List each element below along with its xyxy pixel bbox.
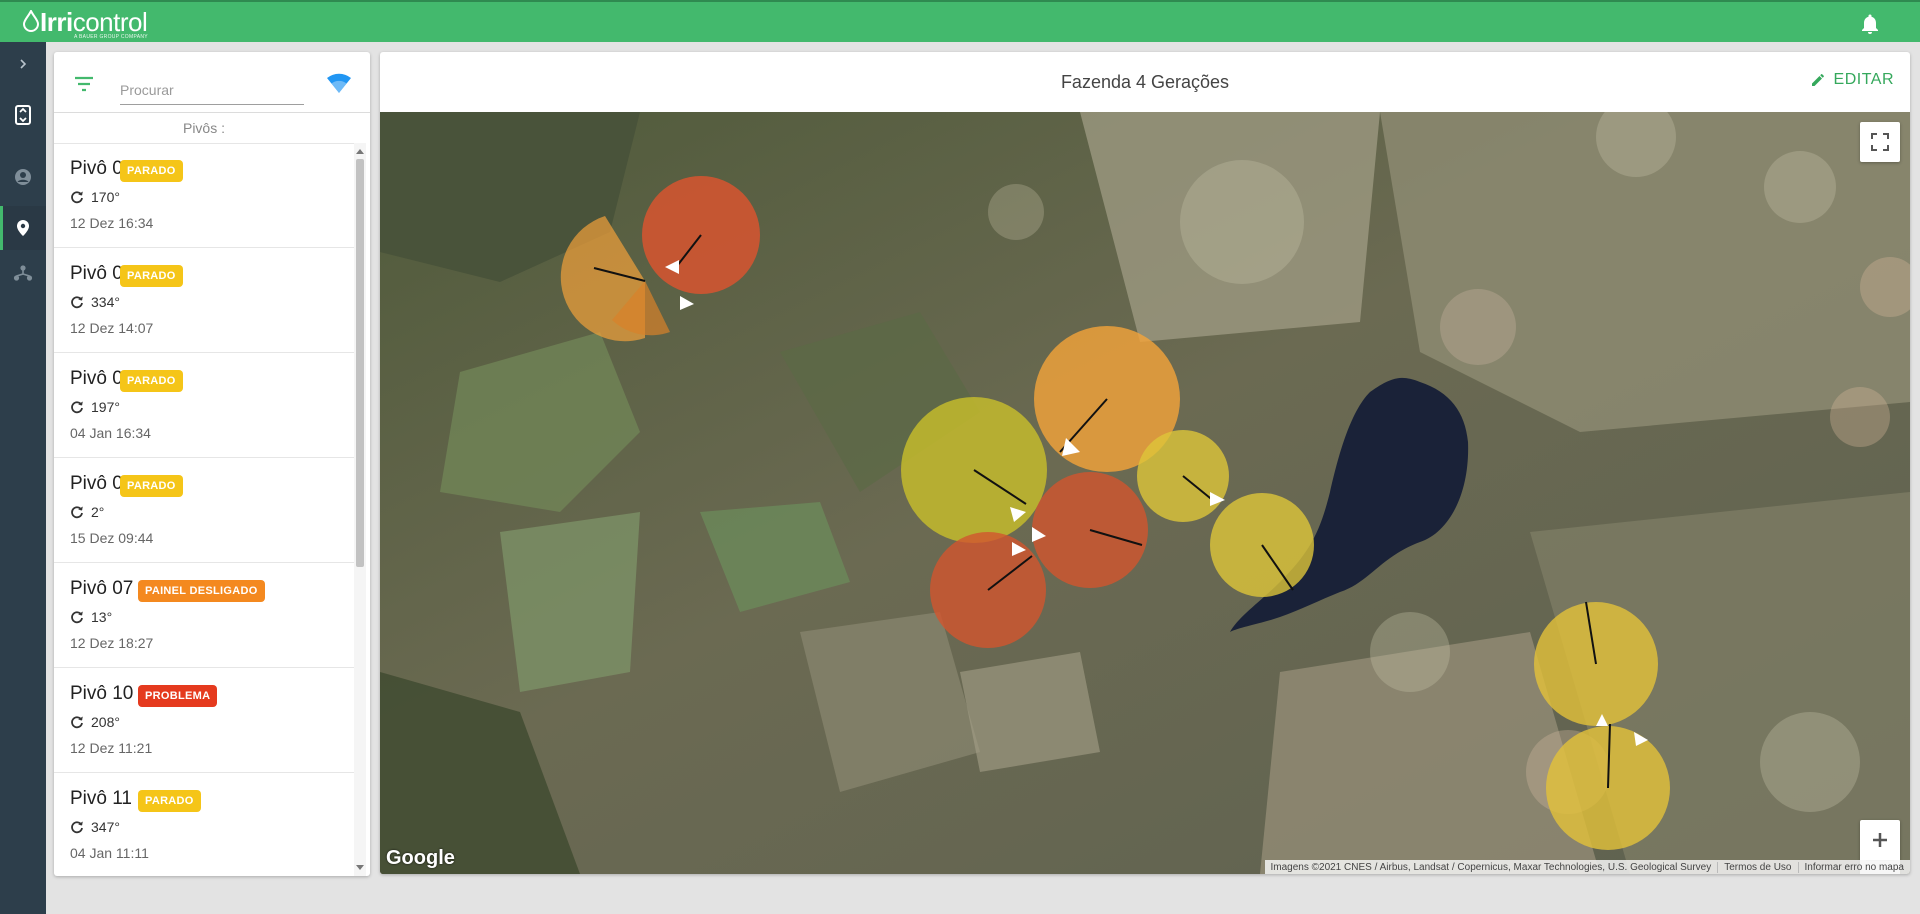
rotation-icon — [71, 821, 83, 834]
imagery-credit: Imagens ©2021 CNES / Airbus, Landsat / C… — [1270, 861, 1712, 873]
edit-label: EDITAR — [1833, 71, 1894, 88]
pivot-marker[interactable] — [1210, 493, 1314, 597]
terms-link[interactable]: Termos de Uso — [1717, 861, 1797, 873]
scroll-down-arrow-icon[interactable] — [356, 865, 364, 870]
search-input[interactable] — [120, 76, 304, 105]
top-bar: Irricontrol A BAUER GROUP COMPANY — [0, 0, 1920, 42]
zoom-in-button[interactable] — [1860, 820, 1900, 860]
pencil-icon — [1811, 74, 1824, 86]
rotation-icon — [71, 716, 83, 729]
pivot-name: Pivô 07 — [70, 578, 134, 599]
pivot-angle: 347° — [91, 819, 120, 835]
pivot-list-item[interactable]: Pivô 06 PARADO 2° 15 Dez 09:44 — [54, 458, 354, 563]
pivot-list: Pivô 01 PARADO 170° 12 Dez 16:34 Pivô 02… — [54, 143, 354, 876]
map-attribution: Imagens ©2021 CNES / Airbus, Landsat / C… — [1264, 860, 1911, 874]
pivot-list-item[interactable]: Pivô 05 PARADO 197° 04 Jan 16:34 — [54, 353, 354, 458]
report-error-link[interactable]: Informar erro no mapa — [1797, 861, 1911, 873]
scroll-up-arrow-icon[interactable] — [356, 149, 364, 154]
pivot-date: 15 Dez 09:44 — [70, 530, 154, 546]
google-logo: Google — [386, 847, 455, 869]
pivot-angle: 170° — [91, 189, 120, 205]
rotation-icon — [71, 401, 83, 414]
chevron-right-icon — [20, 59, 27, 69]
status-badge: PARADO — [120, 265, 183, 287]
pivot-angle: 13° — [91, 609, 113, 625]
pivot-list-item[interactable]: Pivô 11 PARADO 347° 04 Jan 11:11 — [54, 773, 354, 876]
pivot-name: Pivô 10 — [70, 683, 134, 704]
plus-icon — [1873, 833, 1887, 847]
pivot-date: 12 Dez 18:27 — [70, 635, 154, 651]
pivot-angle: 208° — [91, 714, 120, 730]
network-icon — [13, 265, 33, 281]
pivot-date: 04 Jan 16:34 — [70, 425, 151, 441]
list-scrollbar[interactable] — [354, 143, 366, 876]
pivot-list-item[interactable]: Pivô 07 PAINEL DESLIGADO 13° 12 Dez 18:2… — [54, 563, 354, 668]
panel-header — [54, 52, 370, 113]
pivot-angle: 334° — [91, 294, 120, 310]
angle-row: 197° — [70, 399, 120, 415]
wifi-icon[interactable] — [326, 72, 352, 94]
farm-switch-icon — [15, 105, 31, 125]
status-badge: PARADO — [120, 370, 183, 392]
rotation-icon — [71, 611, 83, 624]
rotation-icon — [71, 191, 83, 204]
pivot-date: 12 Dez 16:34 — [70, 215, 154, 231]
fullscreen-button[interactable] — [1860, 122, 1900, 162]
pivot-list-panel: Pivôs : Pivô 01 PARADO 170° 12 Dez 16:34… — [54, 52, 370, 876]
pivot-list-item[interactable]: Pivô 10 PROBLEMA 208° 12 Dez 11:21 — [54, 668, 354, 773]
profile-button[interactable] — [0, 155, 46, 199]
user-icon — [15, 169, 31, 185]
angle-row: 208° — [70, 714, 120, 730]
pivot-list-item[interactable]: Pivô 01 PARADO 170° 12 Dez 16:34 — [54, 143, 354, 248]
status-badge: PROBLEMA — [138, 685, 218, 707]
pivot-marker[interactable] — [930, 532, 1046, 648]
angle-row: 2° — [70, 504, 104, 520]
edit-button[interactable]: EDITAR — [1810, 71, 1894, 89]
expand-menu-button[interactable] — [0, 42, 46, 86]
angle-row: 13° — [70, 609, 112, 625]
map-view-button[interactable] — [0, 206, 46, 250]
pivots-list-header: Pivôs : — [54, 113, 354, 144]
map-pin-icon — [17, 220, 29, 236]
angle-row: 347° — [70, 819, 120, 835]
logo-tagline: A BAUER GROUP COMPANY — [74, 34, 148, 40]
switch-farm-button[interactable] — [0, 93, 46, 137]
pivot-marker[interactable] — [642, 176, 760, 294]
status-badge: PAINEL DESLIGADO — [138, 580, 265, 602]
pivot-angle: 197° — [91, 399, 120, 415]
logo-text: Irricontrol — [40, 7, 148, 37]
side-rail — [0, 42, 46, 914]
rotation-icon — [71, 506, 83, 519]
irricontrol-logo[interactable]: Irricontrol A BAUER GROUP COMPANY — [22, 7, 148, 40]
status-badge: PARADO — [138, 790, 201, 812]
pivot-list-item[interactable]: Pivô 02 PARADO 334° 12 Dez 14:07 — [54, 248, 354, 353]
status-badge: PARADO — [120, 160, 183, 182]
scrollbar-thumb[interactable] — [356, 159, 364, 567]
angle-row: 170° — [70, 189, 120, 205]
notifications-bell-icon[interactable] — [1858, 12, 1882, 36]
pivot-name: Pivô 11 — [70, 788, 132, 809]
drop-logo-icon — [22, 10, 40, 32]
pivot-marker[interactable] — [1534, 601, 1658, 726]
pivot-date: 12 Dez 11:21 — [70, 740, 153, 756]
pivot-date: 12 Dez 14:07 — [70, 320, 154, 336]
pivot-marker[interactable] — [1137, 430, 1229, 522]
map-card: Fazenda 4 Gerações EDITAR Google Imagens… — [380, 52, 1910, 874]
pivot-date: 04 Jan 11:11 — [70, 845, 149, 861]
pivot-marker[interactable] — [901, 397, 1047, 543]
pivot-angle: 2° — [91, 504, 105, 520]
satellite-map[interactable]: Google Imagens ©2021 CNES / Airbus, Land… — [380, 112, 1910, 874]
map-canvas[interactable] — [380, 112, 1910, 874]
network-button[interactable] — [0, 251, 46, 295]
status-badge: PARADO — [120, 475, 183, 497]
farm-title: Fazenda 4 Gerações — [1060, 72, 1230, 92]
angle-row: 334° — [70, 294, 120, 310]
pivot-marker[interactable] — [1032, 472, 1148, 588]
filter-icon[interactable] — [72, 72, 96, 96]
rotation-icon — [71, 296, 83, 309]
fullscreen-icon — [1871, 133, 1889, 151]
